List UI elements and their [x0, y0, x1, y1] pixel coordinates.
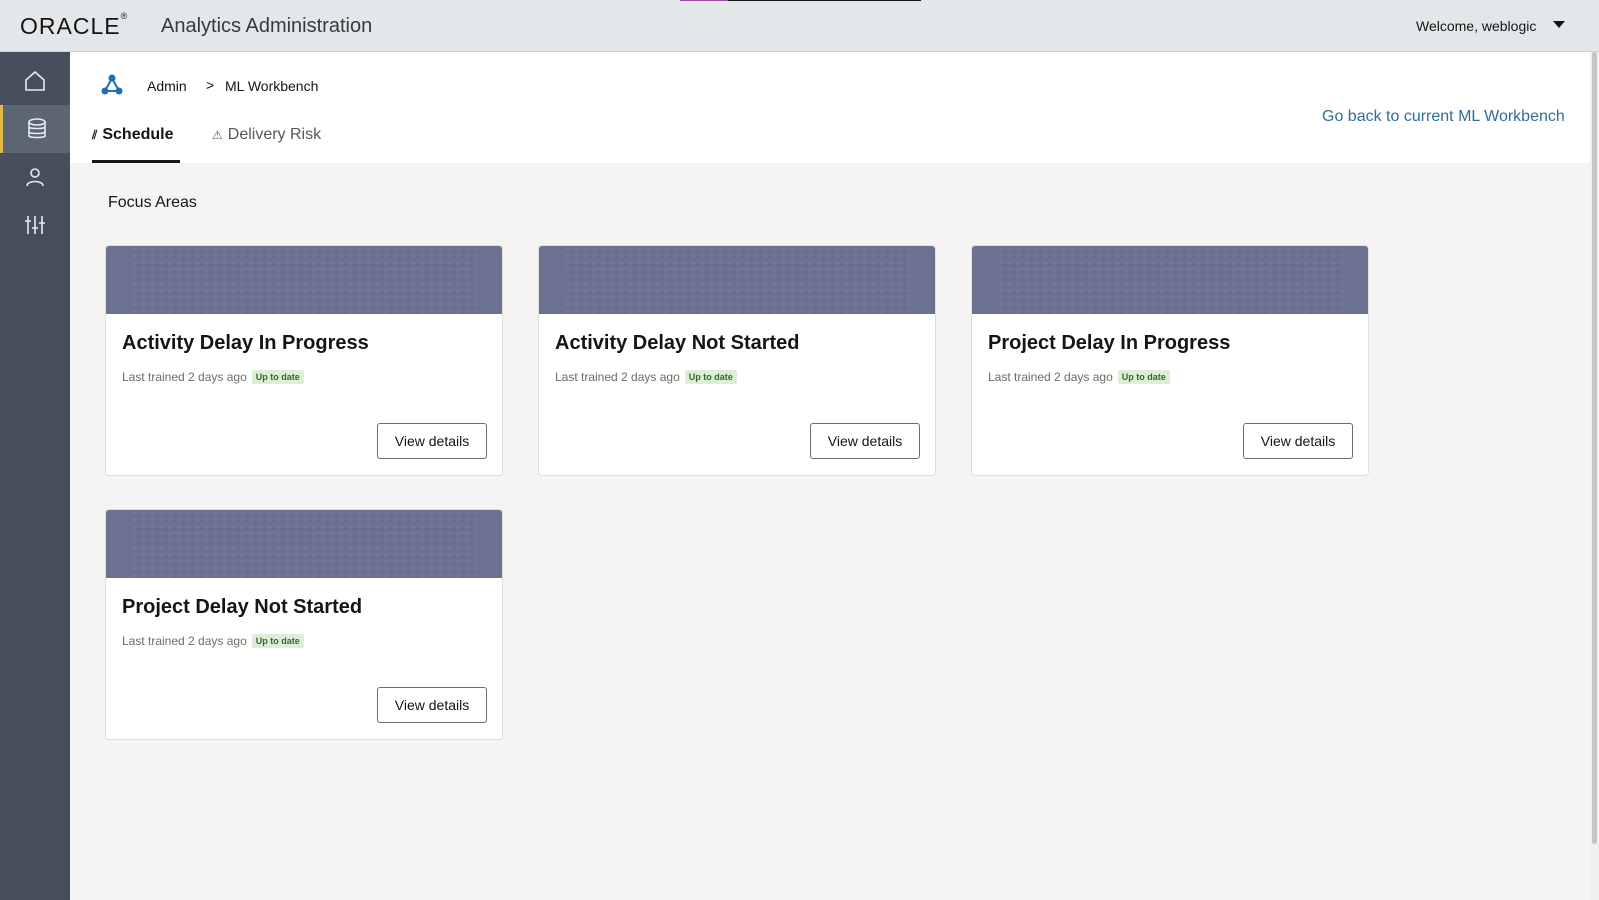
database-icon — [27, 118, 46, 139]
card-banner — [106, 510, 502, 578]
card-title: Project Delay In Progress — [988, 332, 1231, 354]
warning-icon: ⚠ — [212, 128, 223, 142]
view-details-button[interactable]: View details — [377, 687, 487, 723]
loading-progress-bar — [680, 0, 921, 1]
sidebar-nav — [0, 52, 70, 900]
breadcrumb-separator: > — [206, 77, 215, 93]
focus-area-card: Project Delay Not Started Last trained 2… — [105, 509, 503, 740]
oracle-logo: ORACLE® — [20, 11, 129, 39]
sidebar-item-users[interactable] — [0, 153, 70, 201]
page-scrollbar[interactable] — [1590, 52, 1599, 900]
gantt-icon: ⫽ — [92, 128, 98, 142]
section-title: Focus Areas — [108, 194, 197, 211]
status-badge: Up to date — [251, 634, 304, 648]
welcome-user-label[interactable]: Welcome, weblogic — [1416, 18, 1536, 34]
card-banner — [539, 246, 935, 314]
breadcrumb-admin[interactable]: Admin — [147, 78, 187, 94]
sliders-icon — [25, 216, 45, 234]
status-badge: Up to date — [1117, 370, 1170, 384]
card-title: Project Delay Not Started — [122, 596, 363, 618]
status-badge: Up to date — [251, 370, 304, 384]
user-icon — [26, 168, 44, 187]
card-banner — [106, 246, 502, 314]
breadcrumb-current: ML Workbench — [225, 78, 319, 94]
sidebar-item-data[interactable] — [0, 105, 70, 153]
view-details-button[interactable]: View details — [1243, 423, 1353, 459]
tab-delivery-risk[interactable]: ⚠ Delivery Risk — [212, 126, 336, 163]
scrollbar-thumb[interactable] — [1592, 52, 1597, 844]
view-details-button[interactable]: View details — [810, 423, 920, 459]
chevron-down-icon[interactable] — [1553, 21, 1565, 28]
app-header: ORACLE® Analytics Administration Welcome… — [0, 0, 1599, 52]
card-meta: Last trained 2 days ago Up to date — [122, 370, 304, 384]
home-icon — [25, 70, 45, 91]
card-meta: Last trained 2 days ago Up to date — [555, 370, 737, 384]
app-title: Analytics Administration — [161, 15, 373, 37]
card-title: Activity Delay In Progress — [122, 332, 369, 354]
card-banner — [972, 246, 1368, 314]
card-title: Activity Delay Not Started — [555, 332, 800, 354]
focus-area-card: Activity Delay In Progress Last trained … — [105, 245, 503, 476]
card-meta: Last trained 2 days ago Up to date — [988, 370, 1170, 384]
go-back-link[interactable]: Go back to current ML Workbench — [1322, 108, 1565, 126]
ml-network-icon — [101, 74, 123, 95]
card-meta: Last trained 2 days ago Up to date — [122, 634, 304, 648]
view-details-button[interactable]: View details — [377, 423, 487, 459]
focus-area-card: Project Delay In Progress Last trained 2… — [971, 245, 1369, 476]
focus-area-card: Activity Delay Not Started Last trained … — [538, 245, 936, 476]
tab-schedule[interactable]: ⫽ Schedule — [92, 126, 180, 163]
status-badge: Up to date — [684, 370, 737, 384]
sidebar-item-settings[interactable] — [0, 201, 70, 249]
sidebar-item-home[interactable] — [0, 57, 70, 105]
